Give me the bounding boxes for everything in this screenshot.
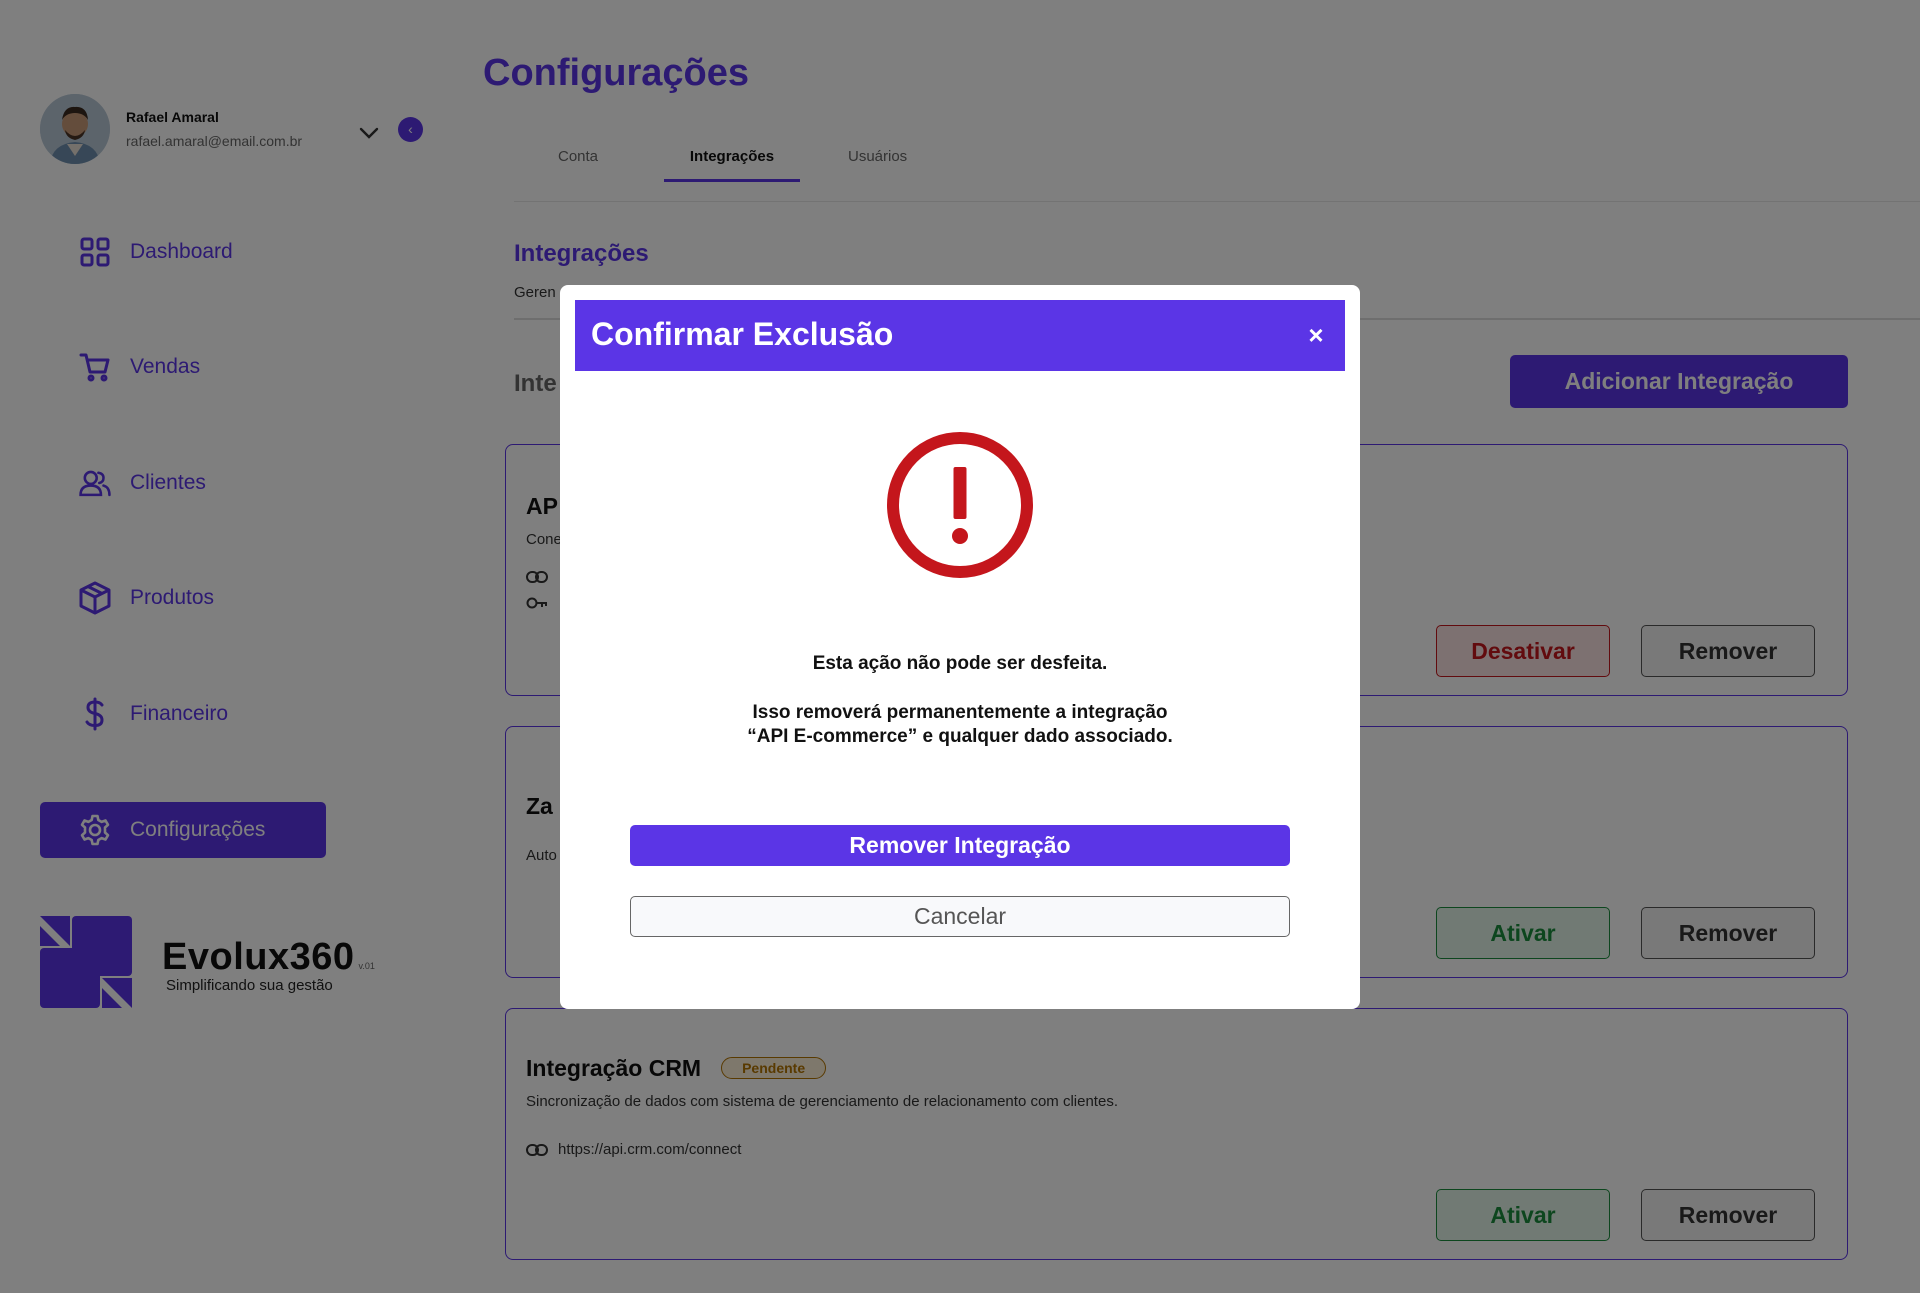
modal-message: Isso removerá permanentemente a integraç… [560,701,1360,749]
cancel-button[interactable]: Cancelar [630,896,1290,937]
modal-warning: Esta ação não pode ser desfeita. [812,653,1108,674]
close-icon[interactable]: × [1301,320,1331,350]
modal-title: Confirmar Exclusão [591,316,894,352]
confirm-delete-dialog: Confirmar Exclusão × Esta ação não pode … [560,285,1360,1009]
alert-circle-icon [885,430,1035,580]
remove-integration-button[interactable]: Remover Integração [630,825,1290,866]
modal-message-line: “API E-commerce” e qualquer dado associa… [747,726,1173,747]
modal-header: Confirmar Exclusão × [575,300,1345,371]
modal-message-line: Isso removerá permanentemente a integraç… [752,702,1168,723]
